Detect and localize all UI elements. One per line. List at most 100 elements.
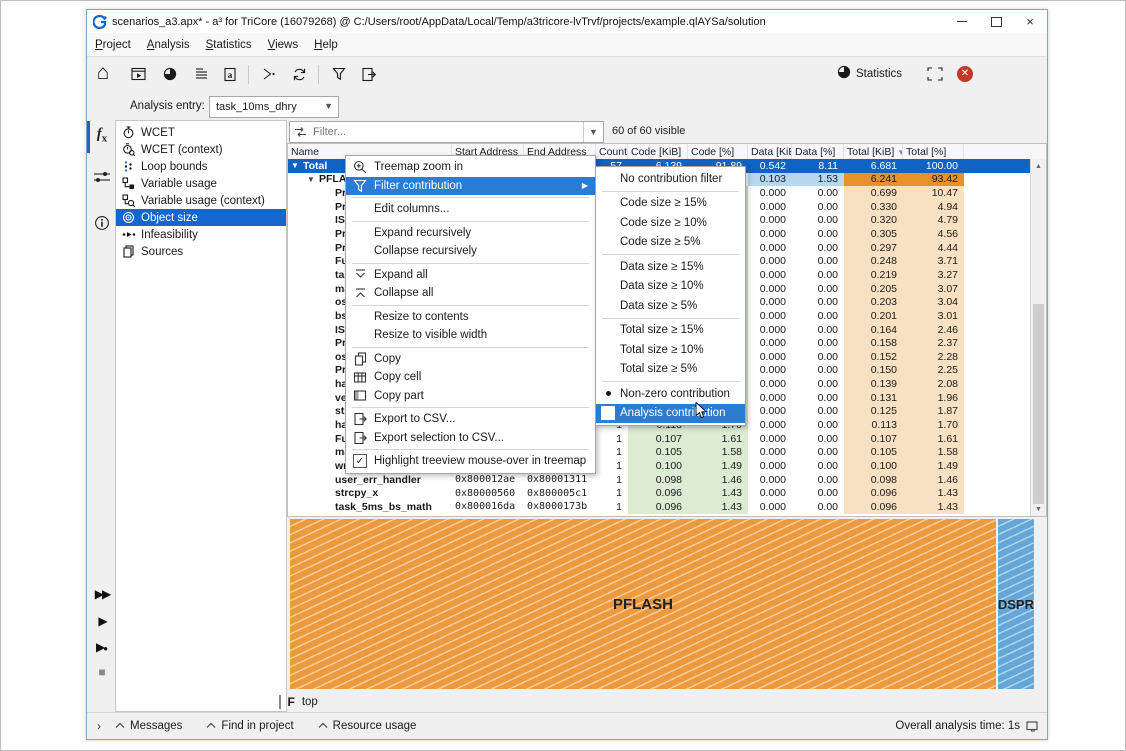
tree-expander-icon[interactable]: ▼	[307, 175, 319, 184]
configuration-tab[interactable]	[91, 166, 113, 188]
menu-help[interactable]: Help	[306, 36, 346, 54]
column-header-count[interactable]: Count	[596, 144, 628, 159]
statusbar-panel-messages[interactable]: Messages	[115, 720, 182, 732]
menu-project[interactable]: Project	[87, 36, 139, 54]
breadcrumb-path[interactable]: top	[302, 696, 318, 708]
analysis-entry-combobox[interactable]: task_10ms_dhry ▼	[209, 96, 339, 118]
submenu-item-non-zero-contribution[interactable]: Non-zero contribution	[596, 384, 745, 404]
disassembly-button[interactable]: a	[218, 62, 242, 86]
submenu-item-data-size-15[interactable]: Data size ≥ 15%	[596, 257, 745, 277]
menu-views[interactable]: Views	[260, 36, 306, 54]
submenu-item-analysis-contribution[interactable]: Analysis contribution	[596, 404, 745, 424]
analyses-tab[interactable]: fx	[91, 124, 113, 146]
title-bar: scenarios_a3.apx* - a³ for TriCore (1607…	[87, 10, 1047, 33]
scroll-up-icon[interactable]: ▲	[1031, 159, 1046, 173]
stop-analysis-button[interactable]: ■	[91, 661, 113, 683]
run-button[interactable]: ▶	[91, 610, 113, 632]
run-analysis-button[interactable]	[256, 62, 280, 86]
refresh-button[interactable]	[287, 62, 311, 86]
context-menu-item-resize-to-contents[interactable]: Resize to contents	[346, 308, 595, 327]
sidebar-item-infeasibility[interactable]: Infeasibility	[116, 226, 286, 243]
menu-item-label: Copy part	[374, 390, 424, 402]
submenu-item-total-size-5[interactable]: Total size ≥ 5%	[596, 360, 745, 380]
context-menu-item-export-selection-to-csv[interactable]: Export selection to CSV...	[346, 429, 595, 448]
cell-total-kib: 0.105	[844, 445, 903, 459]
sidebar-item-variable-usage-context[interactable]: Variable usage (context)	[116, 192, 286, 209]
tree-expander-icon[interactable]: ▼	[291, 161, 303, 170]
info-tab[interactable]	[91, 212, 113, 234]
filter-input[interactable]	[311, 125, 583, 139]
context-menu-item-edit-columns[interactable]: Edit columns...	[346, 200, 595, 219]
context-menu-item-export-to-csv[interactable]: Export to CSV...	[346, 410, 595, 429]
submenu-item-code-size-5[interactable]: Code size ≥ 5%	[596, 233, 745, 253]
context-menu-item-expand-recursively[interactable]: Expand recursively	[346, 224, 595, 243]
treemap-region-dspr[interactable]: DSPR	[998, 519, 1034, 689]
cell-name: task_5ms_bs_math	[288, 500, 452, 514]
submenu-item-data-size-5[interactable]: Data size ≥ 5%	[596, 296, 745, 316]
statusbar-panel-resource-usage[interactable]: Resource usage	[318, 720, 417, 732]
cell-total-kib: 0.100	[844, 459, 903, 473]
sidebar-item-wcet-context[interactable]: WCET (context)	[116, 141, 286, 158]
statusbar-panel-find-in-project[interactable]: Find in project	[206, 720, 293, 732]
statistics-button[interactable]: Statistics	[837, 65, 902, 82]
cell-total-pct: 3.07	[903, 282, 964, 296]
sidebar-item-variable-usage[interactable]: Variable usage	[116, 175, 286, 192]
menu-statistics[interactable]: Statistics	[198, 36, 260, 54]
context-menu-item-copy[interactable]: Copy	[346, 350, 595, 369]
vertical-scrollbar[interactable]: ▲ ▼	[1030, 159, 1046, 516]
maximize-button[interactable]	[979, 10, 1013, 33]
column-header-code-kib[interactable]: Code [KiB]	[628, 144, 688, 159]
stop-button[interactable]: ✕	[953, 62, 977, 86]
scrollbar-thumb[interactable]	[1033, 304, 1044, 504]
context-menu-item-copy-cell[interactable]: Copy cell	[346, 368, 595, 387]
run-to-point-button[interactable]: ▶●	[91, 636, 113, 658]
sidebar-item-loop-bounds[interactable]: Loop bounds	[116, 158, 286, 175]
filter-button[interactable]	[327, 62, 351, 86]
submenu-item-code-size-10[interactable]: Code size ≥ 10%	[596, 213, 745, 233]
context-menu-item-filter-contribution[interactable]: Filter contribution▶	[346, 177, 595, 196]
column-header-data-kib[interactable]: Data [KiB]	[748, 144, 792, 159]
sidebar-item-label: Variable usage	[141, 178, 217, 190]
statistics-view-button[interactable]	[158, 62, 182, 86]
context-menu-item-collapse-recursively[interactable]: Collapse recursively	[346, 242, 595, 261]
submenu-item-no-contribution-filter[interactable]: No contribution filter	[596, 169, 745, 189]
context-menu-item-collapse-all[interactable]: Collapse all	[346, 284, 595, 303]
submenu-item-total-size-10[interactable]: Total size ≥ 10%	[596, 340, 745, 360]
column-header-total-kib[interactable]: Total [KiB]▼	[844, 144, 903, 159]
toolbar-separator	[248, 65, 249, 84]
treemap-region-pflash[interactable]: PFLASH	[290, 519, 996, 689]
export-button[interactable]	[357, 62, 381, 86]
column-header-total[interactable]: Total [%]	[903, 144, 964, 159]
close-icon: ×	[1026, 15, 1034, 28]
variable-usage-context-icon	[121, 194, 136, 207]
home-button[interactable]: ⌂	[91, 60, 115, 84]
listing-button[interactable]	[189, 62, 213, 86]
sidebar-item-sources[interactable]: Sources	[116, 243, 286, 260]
run-all-button[interactable]: ▶▶	[91, 583, 113, 605]
fit-window-button[interactable]	[923, 62, 947, 86]
context-menu-item-highlight-treeview-mouse-over-in-treemap[interactable]: ✓Highlight treeview mouse-over in treema…	[346, 452, 595, 471]
context-menu-item-treemap-zoom-in[interactable]: Treemap zoom in	[346, 158, 595, 177]
context-menu-item-resize-to-visible-width[interactable]: Resize to visible width	[346, 326, 595, 345]
close-button[interactable]: ×	[1013, 10, 1047, 33]
loop-bounds-icon	[121, 160, 136, 173]
panel-expander-icon[interactable]: ›	[97, 719, 101, 733]
menu-analysis[interactable]: Analysis	[139, 36, 198, 54]
sidebar-item-wcet[interactable]: WCET	[116, 124, 286, 141]
run-in-window-button[interactable]	[127, 62, 151, 86]
sidebar-item-object-size[interactable]: Object size	[116, 209, 286, 226]
filter-dropdown-button[interactable]: ▼	[583, 122, 603, 142]
cell-total-kib: 0.131	[844, 391, 903, 405]
filter-field[interactable]: ▼	[289, 121, 604, 143]
submenu-item-code-size-15[interactable]: Code size ≥ 15%	[596, 194, 745, 214]
table-row-strcpy-x[interactable]: strcpy_x0x800005600x800005c110.0961.430.…	[288, 486, 1031, 500]
column-header-data[interactable]: Data [%]	[792, 144, 844, 159]
submenu-item-total-size-15[interactable]: Total size ≥ 15%	[596, 321, 745, 341]
cell-data-kib: 0.103	[748, 173, 792, 187]
submenu-item-data-size-10[interactable]: Data size ≥ 10%	[596, 277, 745, 297]
column-header-code[interactable]: Code [%]	[688, 144, 748, 159]
context-menu-item-expand-all[interactable]: Expand all	[346, 266, 595, 285]
table-row-user-err-handler[interactable]: user_err_handler0x800012ae0x8000131110.0…	[288, 473, 1031, 487]
minimize-button[interactable]	[945, 10, 979, 33]
context-menu-item-copy-part[interactable]: Copy part	[346, 387, 595, 406]
